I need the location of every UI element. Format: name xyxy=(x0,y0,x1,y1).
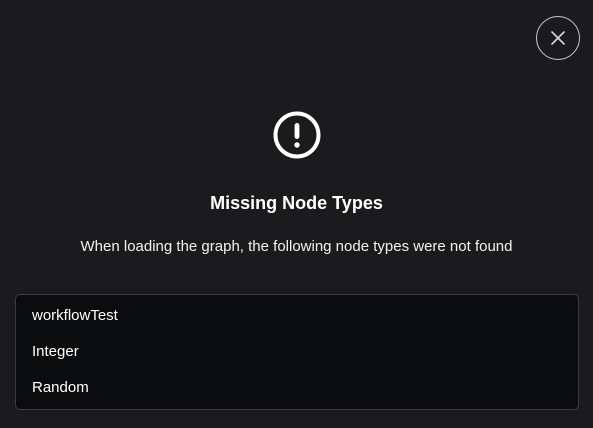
list-item: workflowTest xyxy=(32,307,118,324)
list-item: Random xyxy=(32,379,89,396)
dialog-title: Missing Node Types xyxy=(210,193,383,213)
missing-node-types-dialog: Missing Node Types When loading the grap… xyxy=(0,0,593,428)
dialog-message: When loading the graph, the following no… xyxy=(80,238,513,255)
alert-circle-icon xyxy=(273,111,321,159)
list-item: Integer xyxy=(32,343,79,360)
missing-node-types-list: workflowTest Integer Random xyxy=(15,294,579,410)
close-button[interactable] xyxy=(536,16,580,60)
close-icon xyxy=(551,31,565,45)
